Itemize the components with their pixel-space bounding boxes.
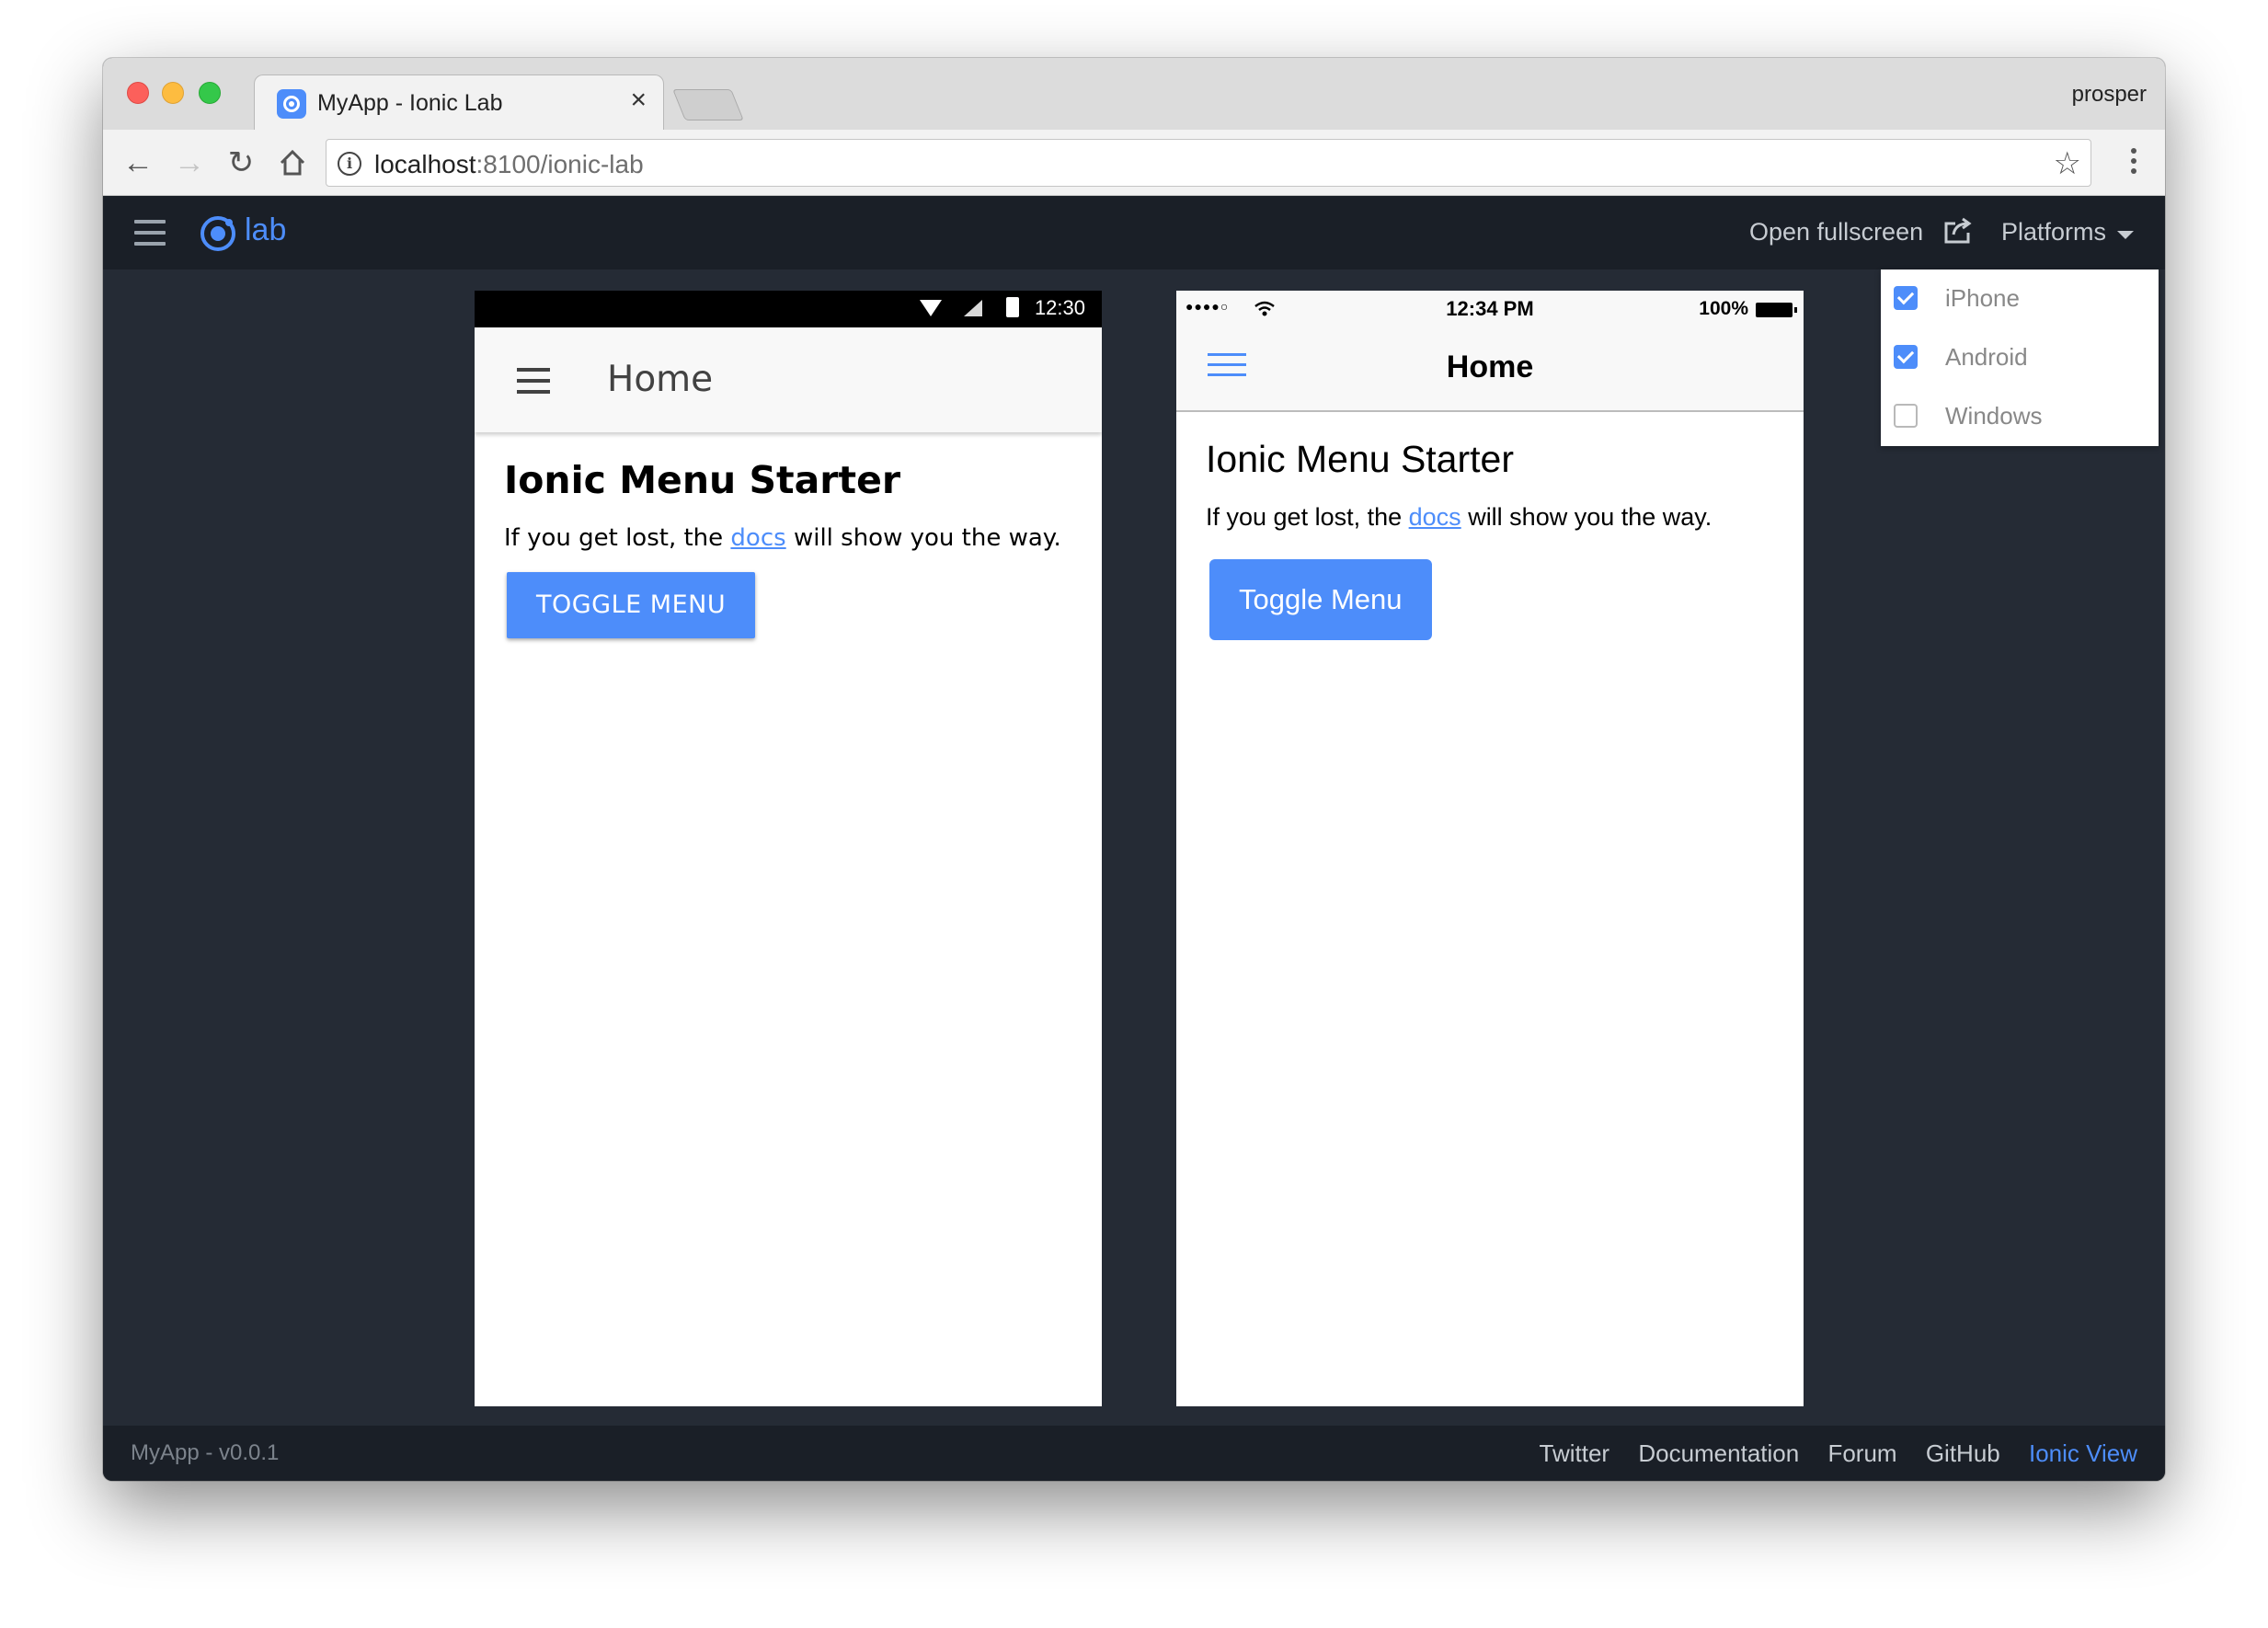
open-fullscreen-link[interactable]: Open fullscreen <box>1749 218 1923 246</box>
forward-arrow-icon[interactable]: → <box>171 144 208 181</box>
ionic-logo-icon <box>200 216 235 251</box>
tab-title: MyApp - Ionic Lab <box>317 90 503 116</box>
ios-status-bar: ●●●●○ 12:34 PM 100% <box>1176 291 1804 327</box>
checkbox-checked[interactable] <box>1894 345 1918 369</box>
ios-toolbar: Home <box>1176 327 1804 412</box>
platform-option-android[interactable]: Android <box>1894 343 2151 373</box>
kebab-menu-icon[interactable] <box>2125 144 2143 181</box>
footer-link-twitter[interactable]: Twitter <box>1540 1439 1610 1467</box>
content-heading: Ionic Menu Starter <box>504 458 901 502</box>
window-maximize-button[interactable] <box>199 82 221 104</box>
footer-link-github[interactable]: GitHub <box>1926 1439 2000 1467</box>
android-status-bar: 12:30 <box>475 291 1102 327</box>
docs-link[interactable]: docs <box>1409 503 1461 531</box>
app-version: MyApp - v0.0.1 <box>131 1440 280 1465</box>
platform-option-label: Windows <box>1945 402 2043 430</box>
page-title: Home <box>1446 350 1534 384</box>
platforms-menu: iPhone Android Windows <box>1881 269 2159 446</box>
signal-icon <box>964 300 982 316</box>
caret-down-icon[interactable] <box>2117 231 2134 239</box>
info-icon[interactable]: i <box>338 152 361 176</box>
docs-link[interactable]: docs <box>730 524 785 552</box>
profile-name[interactable]: prosper <box>2072 82 2147 108</box>
ionic-favicon-icon <box>277 89 306 119</box>
ios-content: Ionic Menu Starter If you get lost, the … <box>1176 412 1804 666</box>
wifi-icon <box>920 300 942 316</box>
platform-option-iphone[interactable]: iPhone <box>1894 284 2151 314</box>
home-icon[interactable] <box>274 144 311 181</box>
battery-percentage: 100% <box>1699 298 1748 319</box>
star-icon[interactable]: ☆ <box>2054 145 2081 182</box>
status-time: 12:30 <box>1034 296 1085 319</box>
browser-tab[interactable]: MyApp - Ionic Lab × <box>254 75 664 132</box>
checkbox-checked[interactable] <box>1894 286 1918 310</box>
new-tab-button[interactable] <box>672 89 744 120</box>
tab-close-icon[interactable]: × <box>630 86 647 114</box>
content-heading: Ionic Menu Starter <box>1206 438 1514 480</box>
lab-header: lab Open fullscreen Platforms <box>103 196 2165 269</box>
reload-icon[interactable]: ↻ <box>223 144 259 181</box>
browser-window: MyApp - Ionic Lab × prosper ← → ↻ i loca… <box>103 58 2165 1481</box>
content-paragraph: If you get lost, the docs will show you … <box>504 524 1061 552</box>
android-preview: 12:30 Home Ionic Menu Starter If you get… <box>475 291 1102 1406</box>
toggle-menu-button[interactable]: TOGGLE MENU <box>507 572 756 638</box>
window-minimize-button[interactable] <box>162 82 184 104</box>
footer-link-documentation[interactable]: Documentation <box>1638 1439 1799 1467</box>
android-content: Ionic Menu Starter If you get lost, the … <box>475 432 1102 664</box>
ios-preview: ●●●●○ 12:34 PM 100% Home Ionic Menu Star… <box>1176 291 1804 1406</box>
platforms-dropdown-toggle[interactable]: Platforms <box>2001 218 2106 246</box>
platform-option-label: iPhone <box>1945 284 2020 312</box>
url-text[interactable]: localhost:8100/ionic-lab <box>374 150 644 179</box>
android-toolbar: Home <box>475 327 1102 432</box>
footer-link-forum[interactable]: Forum <box>1827 1439 1896 1467</box>
back-arrow-icon[interactable]: ← <box>120 144 156 181</box>
tab-strip: MyApp - Ionic Lab × prosper <box>103 58 2165 132</box>
toggle-menu-button[interactable]: Toggle Menu <box>1209 559 1432 640</box>
hamburger-icon[interactable] <box>134 220 166 246</box>
lab-footer: MyApp - v0.0.1 Twitter Documentation For… <box>103 1426 2165 1481</box>
checkbox-unchecked[interactable] <box>1894 404 1918 428</box>
hamburger-icon[interactable] <box>517 368 550 394</box>
address-bar[interactable]: i localhost:8100/ionic-lab ☆ <box>326 139 2091 187</box>
platform-option-label: Android <box>1945 343 2028 371</box>
platform-option-windows[interactable]: Windows <box>1894 402 2151 431</box>
content-paragraph: If you get lost, the docs will show you … <box>1206 503 1712 531</box>
page-title: Home <box>607 359 714 400</box>
footer-links: Twitter Documentation Forum GitHub Ionic… <box>1518 1439 2137 1468</box>
window-close-button[interactable] <box>127 82 149 104</box>
lab-logo-text: lab <box>245 212 287 247</box>
battery-icon <box>1756 303 1797 317</box>
footer-link-ionic-view[interactable]: Ionic View <box>2029 1439 2137 1467</box>
browser-toolbar: ← → ↻ i localhost:8100/ionic-lab ☆ <box>103 130 2165 196</box>
share-icon[interactable] <box>1942 216 1974 246</box>
battery-icon <box>1006 297 1019 317</box>
